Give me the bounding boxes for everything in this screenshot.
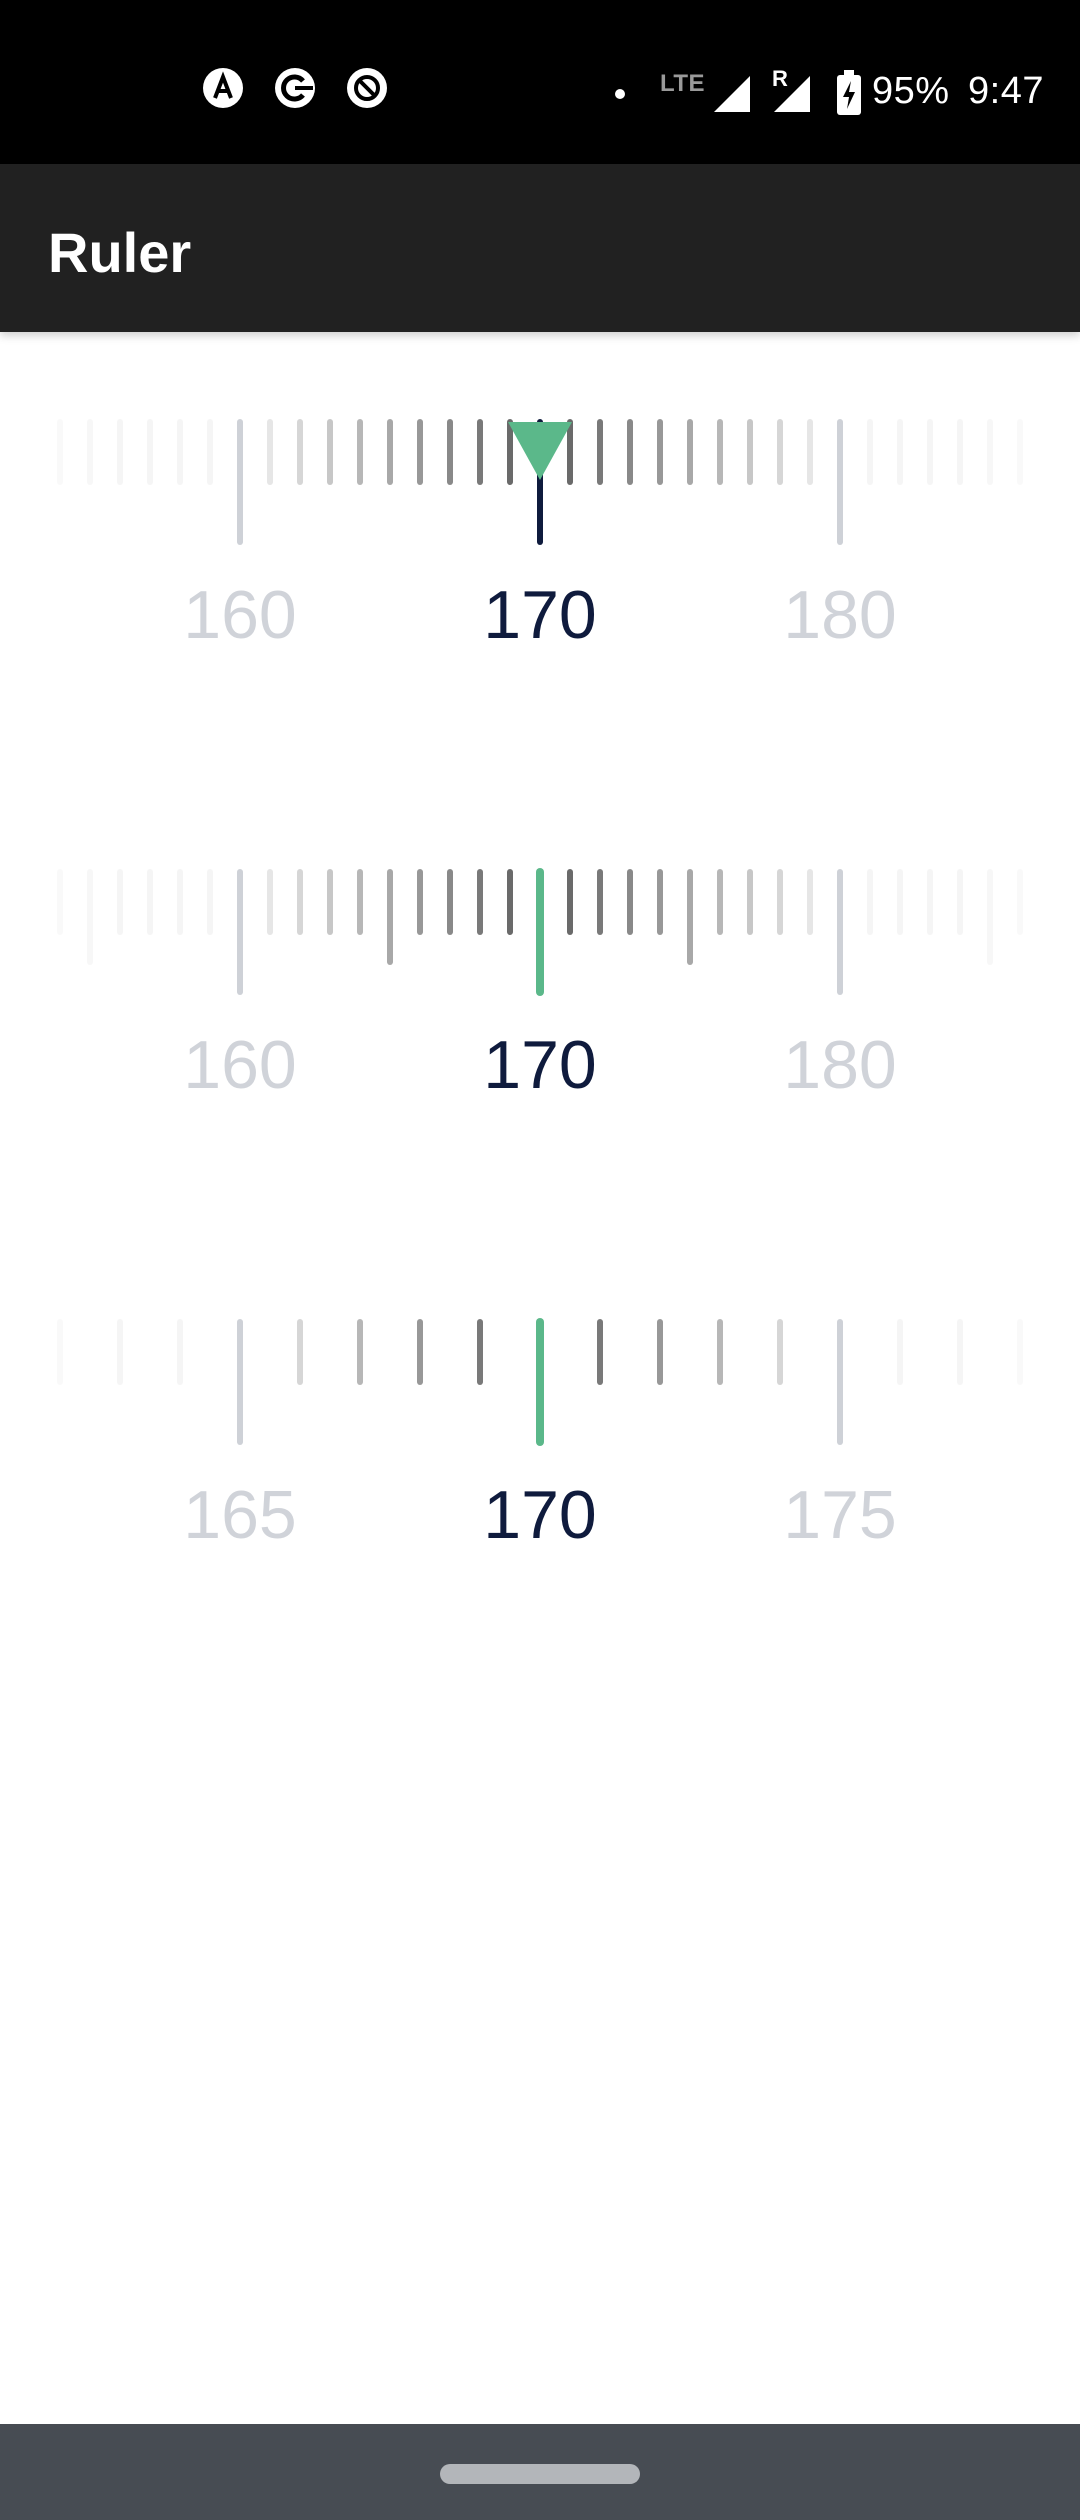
navigation-bar (0, 2424, 1080, 2520)
ruler-value-label: 175 (783, 1477, 896, 1553)
roaming-signal-icon (774, 76, 810, 112)
chrome-cast-icon (275, 68, 315, 108)
do-not-disturb-icon (347, 68, 387, 108)
ruler-value-label: 160 (183, 1027, 296, 1103)
network-type: LTE (660, 70, 706, 97)
page-title: Ruler (48, 221, 192, 284)
ruler-scale: 160 170 180 (57, 868, 1023, 1103)
ruler-picker-coarse[interactable]: 165 170 175 (0, 1300, 1080, 1600)
notification-dot-icon (615, 89, 625, 99)
ruler-value-label: 165 (183, 1477, 296, 1553)
battery-percent: 95% (872, 70, 950, 112)
ruler-value-label: 180 (783, 1027, 896, 1103)
assistant-a-icon (203, 68, 243, 108)
selection-triangle-indicator (508, 422, 572, 480)
ruler-value-label: 180 (783, 577, 896, 653)
signal-strength-icon (714, 76, 750, 112)
ruler-scale: 165 170 175 (57, 1318, 1023, 1553)
status-time: 9:47 (968, 70, 1044, 112)
selected-value-label: 170 (483, 1027, 596, 1103)
selected-value-label: 170 (483, 1477, 596, 1553)
status-bar: LTE R 95% 9:47 (0, 0, 1080, 164)
battery-charging-icon (837, 70, 861, 115)
ruler-picker-arrow[interactable]: 160 170 180 (0, 400, 1080, 700)
app-toolbar: Ruler (0, 164, 1080, 332)
ruler-picker-line[interactable]: 160 170 180 (0, 850, 1080, 1150)
ruler-value-label: 160 (183, 577, 296, 653)
ruler-scale: 160 170 180 (57, 419, 1023, 653)
home-gesture-handle[interactable] (440, 2464, 640, 2484)
selected-value-label: 170 (483, 577, 596, 653)
